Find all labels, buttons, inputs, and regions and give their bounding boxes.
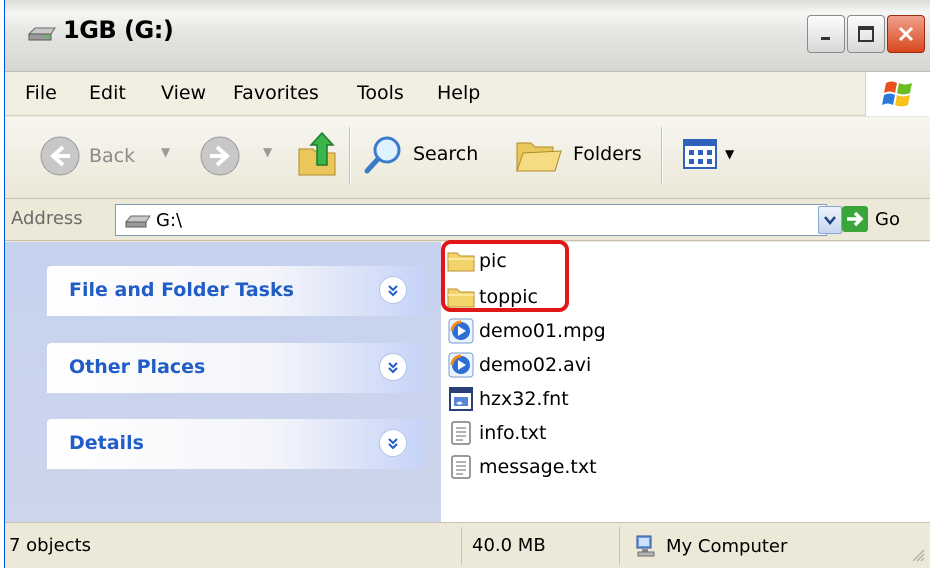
- address-bar: Address G:\ Go: [5, 199, 930, 241]
- folders-label: Folders: [573, 143, 642, 165]
- views-dropdown-icon: ▼: [725, 147, 735, 161]
- panel-title: Other Places: [69, 356, 206, 378]
- minimize-icon: [821, 37, 830, 40]
- menu-file[interactable]: File: [25, 82, 57, 104]
- file-name: message.txt: [479, 456, 597, 478]
- forward-button[interactable]: [199, 135, 241, 177]
- go-label: Go: [875, 208, 900, 230]
- back-button[interactable]: Back: [39, 135, 135, 177]
- forward-dropdown-icon[interactable]: ▼: [263, 145, 272, 159]
- resize-grip-icon[interactable]: [909, 546, 925, 562]
- back-arrow-icon: [40, 136, 80, 176]
- file-name: demo01.mpg: [479, 320, 606, 342]
- maximize-button[interactable]: [847, 15, 885, 53]
- list-item[interactable]: demo01.mpg: [447, 316, 606, 346]
- list-item[interactable]: demo02.avi: [447, 350, 591, 380]
- font-file-icon: ◂▸: [447, 387, 475, 411]
- folder-up-icon: [298, 131, 336, 176]
- panel-title: File and Folder Tasks: [69, 279, 294, 301]
- drive-icon: [124, 215, 151, 228]
- menu-tools[interactable]: Tools: [357, 82, 404, 104]
- zone-label: My Computer: [666, 535, 788, 557]
- minimize-button[interactable]: [807, 15, 845, 53]
- menu-bar: File Edit View Favorites Tools Help: [5, 72, 930, 116]
- search-label: Search: [413, 143, 479, 165]
- file-name: demo02.avi: [479, 354, 592, 376]
- address-dropdown-button[interactable]: [818, 206, 842, 234]
- search-button[interactable]: Search: [363, 133, 478, 175]
- up-folder-button[interactable]: [295, 131, 341, 179]
- menu-help[interactable]: Help: [437, 82, 480, 104]
- go-arrow-icon: [842, 206, 868, 232]
- object-count: 7 objects: [9, 535, 92, 556]
- media-file-icon: [447, 318, 475, 344]
- chevron-down-icon: [824, 216, 836, 225]
- my-computer-icon: [636, 535, 655, 557]
- views-button[interactable]: ▼: [683, 139, 734, 169]
- toolbar-separator: [661, 127, 662, 185]
- total-size: 40.0 MB: [461, 527, 617, 565]
- other-places-panel[interactable]: Other Places: [47, 343, 425, 393]
- windows-flag-icon: [881, 81, 912, 107]
- status-bar: 7 objects 40.0 MB My Computer: [5, 522, 930, 568]
- file-name: info.txt: [479, 422, 547, 444]
- menu-view[interactable]: View: [161, 82, 206, 104]
- views-icon: [683, 139, 717, 169]
- list-item[interactable]: ◂▸ hzx32.fnt: [447, 384, 569, 414]
- address-label: Address: [11, 208, 83, 229]
- svg-text:◂▸: ◂▸: [456, 399, 464, 407]
- address-input[interactable]: G:\: [115, 204, 827, 236]
- expand-chevron-icon[interactable]: [379, 429, 407, 457]
- back-label: Back: [89, 145, 136, 167]
- toolbar: Back ▼ ▼ Search Folders ▼: [5, 117, 930, 199]
- zone-indicator: My Computer: [619, 527, 889, 565]
- folders-icon: [516, 142, 562, 172]
- windows-logo: [865, 72, 930, 116]
- task-pane: File and Folder Tasks Other Places Detai…: [5, 242, 441, 522]
- expand-chevron-icon[interactable]: [379, 276, 407, 304]
- forward-arrow-icon: [200, 136, 240, 176]
- title-bar[interactable]: 1GB (G:): [5, 0, 930, 72]
- file-name: hzx32.fnt: [479, 388, 569, 410]
- file-and-folder-tasks-panel[interactable]: File and Folder Tasks: [47, 266, 425, 316]
- list-item[interactable]: message.txt: [447, 452, 597, 482]
- media-file-icon: [447, 352, 475, 378]
- search-icon: [364, 136, 401, 174]
- back-dropdown-icon[interactable]: ▼: [161, 145, 170, 159]
- expand-chevron-icon[interactable]: [379, 353, 407, 381]
- explorer-window: 1GB (G:) File Edit View Favorites Tools …: [4, 0, 930, 568]
- details-panel[interactable]: Details: [47, 419, 425, 469]
- menu-favorites[interactable]: Favorites: [233, 82, 319, 104]
- close-button[interactable]: [887, 15, 925, 53]
- folders-button[interactable]: Folders: [513, 133, 642, 175]
- maximize-icon: [858, 26, 874, 42]
- list-item[interactable]: info.txt: [447, 418, 546, 448]
- address-value: G:\: [156, 210, 183, 231]
- toolbar-separator: [349, 127, 350, 185]
- highlight-box: [441, 240, 569, 312]
- close-icon: [898, 26, 914, 42]
- drive-icon: [27, 27, 56, 41]
- window-title: 1GB (G:): [63, 16, 174, 44]
- menu-edit[interactable]: Edit: [89, 82, 126, 104]
- text-file-icon: [447, 455, 475, 479]
- text-file-icon: [447, 421, 475, 445]
- go-button[interactable]: Go: [841, 205, 900, 233]
- panel-title: Details: [69, 432, 144, 454]
